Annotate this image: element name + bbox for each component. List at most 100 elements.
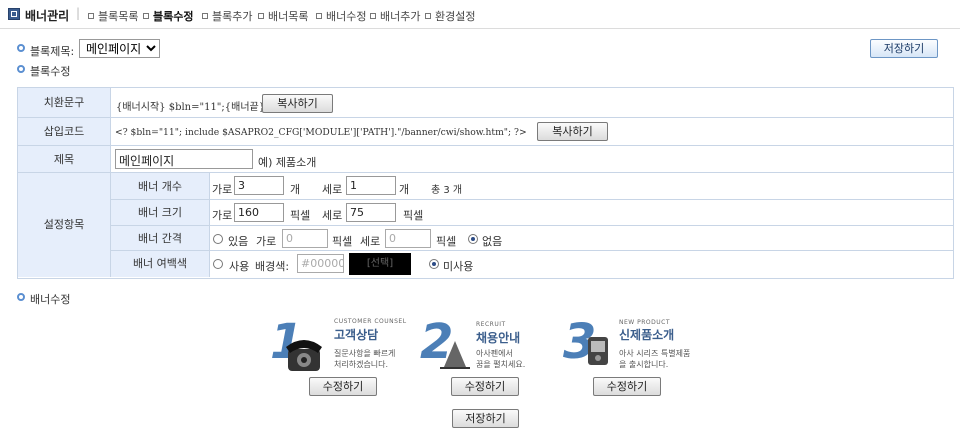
gap-yes-radio[interactable] [213,234,223,244]
nav-item-block-list[interactable]: 블록목록 [88,8,138,24]
phone-icon [286,340,322,371]
count-total: 총 3 개 [431,185,463,196]
count-v-label: 세로 [322,183,343,196]
gap-v-unit: 픽셀 [436,235,457,248]
banner-subtitle: NEW PRODUCT [619,319,670,326]
nav-label: 블록추가 [212,10,253,23]
size-w-unit: 픽셀 [290,209,311,222]
banner-desc-line1: 질문사항을 빠르게 [334,349,396,358]
gap-h-label: 가로 [256,235,277,248]
margin-color-use-label: 사용 [229,260,250,273]
color-swatch[interactable]: [선택] [349,253,411,275]
nav-item-settings[interactable]: 환경설정 [425,8,475,24]
gap-v-input[interactable]: 0 [385,229,431,248]
top-nav: 배너관리 | 블록목록 블록수정 블록추가 배너목록 배너수정 배너추가 환경설… [0,0,960,26]
margin-color-use-radio[interactable] [213,259,223,269]
size-h-label: 세로 [322,209,343,222]
gap-no-radio[interactable] [468,234,478,244]
margin-color-bg-label: 배경색: [255,260,290,273]
count-h-unit: 개 [290,183,301,196]
nav-label: 배너목록 [268,10,309,23]
banner-new-product: 3 NEW PRODUCT 신제품소개 아사 시리즈 특별제품 을 출시합니다. [563,315,713,375]
banner-edit-label: 배너수정 [30,293,71,306]
copy-substitute-button[interactable]: 복사하기 [262,94,333,113]
banner-customer-counsel: 1 CUSTOMER COUNSEL 고객상담 질문사항을 빠르게 처리하겠습니… [270,315,410,375]
bullet-icon [88,13,94,19]
title-label: 제목 [18,146,111,173]
margin-color-unused-label: 미사용 [443,260,474,273]
save-button-bottom[interactable]: 저장하기 [452,409,519,428]
nav-label: 블록목록 [98,10,139,23]
nav-item-banner-edit[interactable]: 배너수정 [316,8,366,24]
banner-recruit: 2 RECRUIT 채용안내 아사펜에서 꿈을 펼치세요. [420,315,560,375]
bullet-icon [17,44,25,52]
nav-item-banner-list[interactable]: 배너목록 [258,8,308,24]
margin-color-unused-radio[interactable] [429,259,439,269]
divider [0,28,960,29]
banner-desc-line1: 아사 시리즈 특별제품 [619,349,691,358]
divider: | [76,6,81,20]
bullet-icon [17,65,25,73]
gap-h-input[interactable]: 0 [282,229,328,248]
title-cell: 메인페이지 예) 제품소개 [111,146,953,173]
edit-banner-3-button[interactable]: 수정하기 [593,377,661,396]
page-title: 배너관리 [25,9,70,23]
nav-item-block-edit[interactable]: 블록수정 [143,8,193,24]
banner-gap-cell: 있음 가로 0 픽셀 세로 0 픽셀 없음 [210,226,953,251]
bullet-icon [316,13,322,19]
bullet-icon [143,13,149,19]
banner-subtitle: RECRUIT [476,321,506,328]
gap-no-label: 없음 [482,235,503,248]
block-title-select[interactable]: 메인페이지 [79,39,160,58]
banner-title: 고객상담 [334,328,379,342]
nav-label: 블록수정 [153,10,194,23]
banner-title: 신제품소개 [619,328,675,342]
size-w-input[interactable]: 160 [234,203,284,222]
banner-margin-color-cell: 사용 배경색: #000000 [선택] 미사용 [210,251,953,277]
settings-label: 설정항목 [18,173,111,277]
bullet-icon [258,13,264,19]
edit-banner-1-button[interactable]: 수정하기 [309,377,377,396]
bullet-icon [17,293,25,301]
banner-subtitle: CUSTOMER COUNSEL [334,318,407,325]
copy-insert-button[interactable]: 복사하기 [537,122,608,141]
block-title-label: 블록제목: [30,45,75,58]
count-h-input[interactable]: 3 [234,176,284,195]
banner-desc-line2: 꿈을 펼치세요. [476,360,526,369]
gap-v-label: 세로 [360,235,381,248]
count-h-label: 가로 [212,183,233,196]
block-settings-table: 치환문구 {배너시작} $bln="11";{배너끝} 복사하기 삽입코드 <?… [17,87,954,279]
title-example: 예) 제품소개 [258,156,317,169]
banner-desc-line1: 아사펜에서 [476,349,513,358]
save-button-top[interactable]: 저장하기 [870,39,938,58]
banner-margin-color-label: 배너 여백색 [111,251,210,277]
edit-banner-2-button[interactable]: 수정하기 [451,377,519,396]
banner-size-label: 배너 크기 [111,200,210,226]
banner-size-cell: 가로 160 픽셀 세로 75 픽셀 [210,200,953,226]
nav-item-banner-add[interactable]: 배너추가 [370,8,420,24]
title-input[interactable]: 메인페이지 [115,149,253,169]
banner-gap-label: 배너 간격 [111,226,210,251]
recruit-icon [440,341,470,369]
gap-h-unit: 픽셀 [332,235,353,248]
banner-desc-line2: 처리하겠습니다. [334,360,389,369]
device-icon [588,337,608,365]
insert-code-label: 삽입코드 [18,118,111,146]
nav-label: 환경설정 [435,10,476,23]
nav-label: 배너추가 [380,10,421,23]
banner-admin-icon [8,8,20,20]
nav-item-block-add[interactable]: 블록추가 [202,8,252,24]
count-v-input[interactable]: 1 [346,176,396,195]
size-h-input[interactable]: 75 [346,203,396,222]
banner-title: 채용안내 [476,331,521,345]
insert-code: <? $bln="11"; include $ASAPRO2_CFG['MODU… [115,127,527,138]
nav-label: 배너수정 [326,10,367,23]
bullet-icon [370,13,376,19]
bullet-icon [425,13,431,19]
size-h-unit: 픽셀 [403,209,424,222]
margin-color-input[interactable]: #000000 [297,254,344,273]
bullet-icon [202,13,208,19]
count-v-unit: 개 [399,183,410,196]
substitute-label: 치환문구 [18,88,111,118]
block-edit-label: 블록수정 [30,65,71,78]
